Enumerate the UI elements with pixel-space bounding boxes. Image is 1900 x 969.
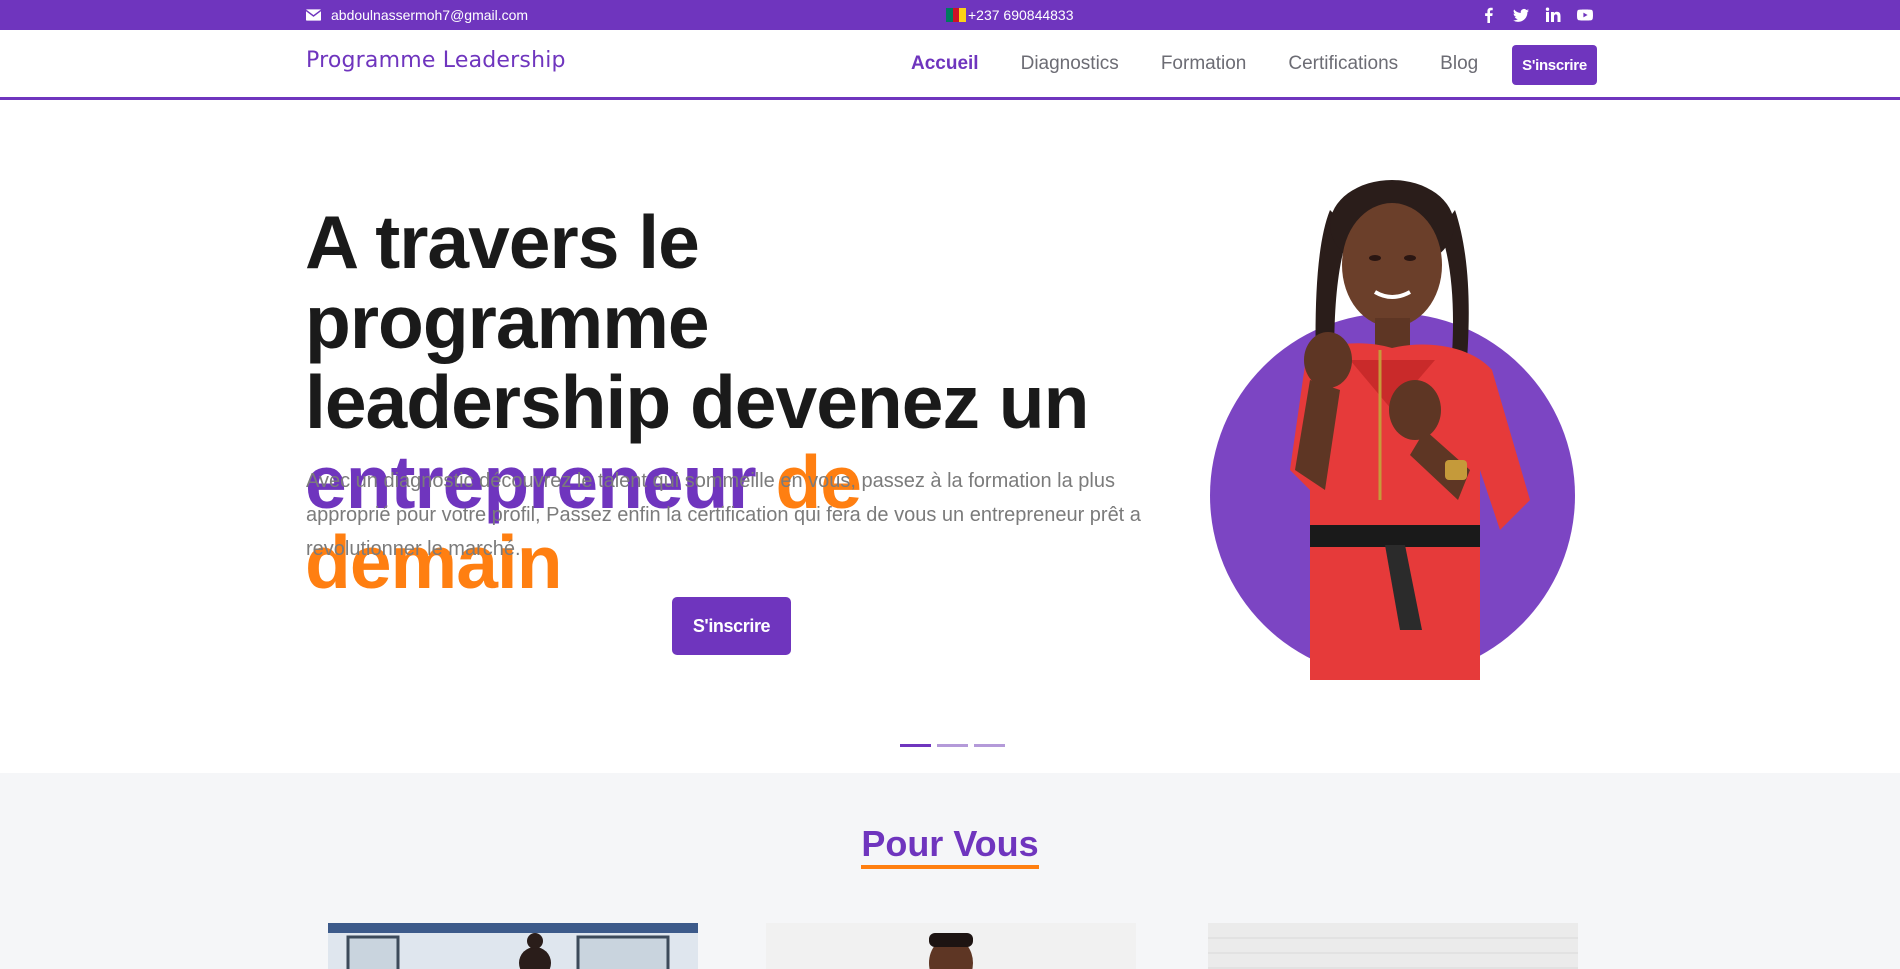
- hero-title-line2: leadership devenez un: [305, 360, 1089, 444]
- hero-signup-button[interactable]: S'inscrire: [672, 597, 791, 655]
- card-image-2[interactable]: [766, 923, 1136, 969]
- youtube-icon[interactable]: [1576, 6, 1594, 24]
- nav-item-certifications[interactable]: Certifications: [1288, 53, 1398, 75]
- site-logo[interactable]: Programme Leadership: [306, 48, 566, 73]
- slider-dot-3[interactable]: [974, 744, 1005, 747]
- office-photo-thumbnail: [328, 923, 698, 969]
- section-title: Pour Vous: [0, 823, 1900, 869]
- nav-item-formation[interactable]: Formation: [1161, 53, 1247, 75]
- contact-email[interactable]: abdoulnassermoh7@gmail.com: [306, 0, 528, 30]
- man-photo-thumbnail: [766, 923, 1136, 969]
- signup-button[interactable]: S'inscrire: [1512, 45, 1597, 85]
- cameroon-flag-icon: [946, 8, 967, 22]
- envelope-icon: [306, 9, 321, 21]
- hero-image: [1200, 170, 1580, 680]
- contact-phone[interactable]: +237 690844833: [946, 0, 1074, 30]
- linkedin-icon[interactable]: [1544, 6, 1562, 24]
- hero-description: Avec un diagnostic découvrez le talent q…: [306, 470, 1141, 560]
- slider-dot-2[interactable]: [937, 744, 968, 747]
- woman-portrait-illustration: [1290, 180, 1530, 680]
- card-image-3[interactable]: [1208, 923, 1578, 969]
- phone-text: +237 690844833: [968, 7, 1074, 23]
- nav-item-accueil[interactable]: Accueil: [911, 53, 979, 75]
- main-nav: Accueil Diagnostics Formation Certificat…: [911, 30, 1520, 97]
- nav-item-diagnostics[interactable]: Diagnostics: [1021, 53, 1119, 75]
- facebook-icon[interactable]: [1480, 6, 1498, 24]
- top-bar: abdoulnassermoh7@gmail.com +237 69084483…: [0, 0, 1900, 30]
- social-links: [1480, 0, 1594, 30]
- email-text: abdoulnassermoh7@gmail.com: [331, 7, 529, 23]
- slider-dot-1[interactable]: [900, 744, 931, 747]
- twitter-icon[interactable]: [1512, 6, 1530, 24]
- card-image-1[interactable]: [328, 923, 698, 969]
- nav-item-blog[interactable]: Blog: [1440, 53, 1478, 75]
- brick-wall-photo-thumbnail: [1208, 923, 1578, 969]
- pour-vous-section: Pour Vous: [0, 773, 1900, 969]
- hero-title-line1: A travers le programme: [305, 200, 710, 364]
- slider-pagination: [900, 744, 1005, 747]
- site-header: Programme Leadership Accueil Diagnostics…: [0, 30, 1900, 100]
- section-title-text: Pour Vous: [861, 823, 1039, 869]
